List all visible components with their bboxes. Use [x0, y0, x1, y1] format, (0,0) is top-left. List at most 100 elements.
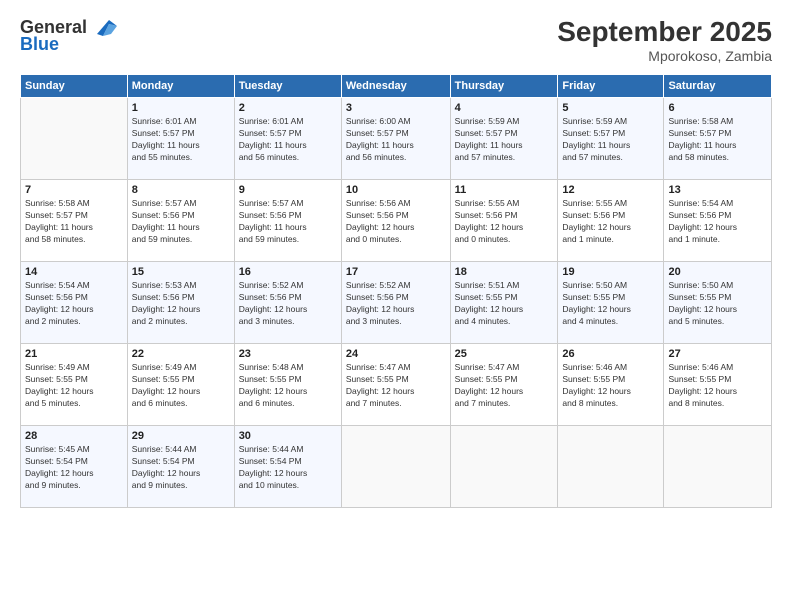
day-info: Sunrise: 5:46 AM Sunset: 5:55 PM Dayligh… [562, 362, 659, 410]
day-number: 30 [239, 430, 337, 442]
day-number: 2 [239, 102, 337, 114]
day-number: 25 [455, 348, 554, 360]
day-number: 3 [346, 102, 446, 114]
day-info: Sunrise: 5:55 AM Sunset: 5:56 PM Dayligh… [562, 198, 659, 246]
day-info: Sunrise: 5:49 AM Sunset: 5:55 PM Dayligh… [132, 362, 230, 410]
logo-blue: Blue [20, 34, 59, 55]
calendar-cell: 7 Sunrise: 5:58 AM Sunset: 5:57 PM Daylig… [21, 180, 128, 262]
day-number: 14 [25, 266, 123, 278]
calendar-cell: 15 Sunrise: 5:53 AM Sunset: 5:56 PM Dayli… [127, 262, 234, 344]
weekday-header-saturday: Saturday [664, 75, 772, 98]
calendar-cell: 20Sunrise: 5:50 AM Sunset: 5:55 PM Dayli… [664, 262, 772, 344]
calendar-week-row: 21 Sunrise: 5:49 AM Sunset: 5:55 PM Dayli… [21, 344, 772, 426]
day-info: Sunrise: 6:01 AM Sunset: 5:57 PM Dayligh… [132, 116, 230, 164]
day-info: Sunrise: 5:57 AM Sunset: 5:56 PM Dayligh… [239, 198, 337, 246]
calendar-cell: 3 Sunrise: 6:00 AM Sunset: 5:57 PM Daylig… [341, 98, 450, 180]
calendar-cell: 26 Sunrise: 5:46 AM Sunset: 5:55 PM Dayli… [558, 344, 664, 426]
day-number: 8 [132, 184, 230, 196]
day-number: 17 [346, 266, 446, 278]
logo: General Blue [20, 16, 117, 55]
calendar-week-row: 14 Sunrise: 5:54 AM Sunset: 5:56 PM Dayli… [21, 262, 772, 344]
day-number: 27 [668, 348, 767, 360]
calendar-cell: 5 Sunrise: 5:59 AM Sunset: 5:57 PM Daylig… [558, 98, 664, 180]
day-info: Sunrise: 5:59 AM Sunset: 5:57 PM Dayligh… [455, 116, 554, 164]
day-number: 1 [132, 102, 230, 114]
calendar-cell: 29Sunrise: 5:44 AM Sunset: 5:54 PM Dayli… [127, 426, 234, 508]
day-info: Sunrise: 5:49 AM Sunset: 5:55 PM Dayligh… [25, 362, 123, 410]
day-info: Sunrise: 5:55 AM Sunset: 5:56 PM Dayligh… [455, 198, 554, 246]
calendar-cell [558, 426, 664, 508]
calendar-cell: 9 Sunrise: 5:57 AM Sunset: 5:56 PM Daylig… [234, 180, 341, 262]
day-info: Sunrise: 5:58 AM Sunset: 5:57 PM Dayligh… [668, 116, 767, 164]
day-info: Sunrise: 5:46 AM Sunset: 5:55 PM Dayligh… [668, 362, 767, 410]
day-number: 29 [132, 430, 230, 442]
day-number: 6 [668, 102, 767, 114]
month-title: September 2025 [557, 16, 772, 48]
calendar-cell: 12 Sunrise: 5:55 AM Sunset: 5:56 PM Dayli… [558, 180, 664, 262]
day-info: Sunrise: 5:47 AM Sunset: 5:55 PM Dayligh… [455, 362, 554, 410]
day-info: Sunrise: 5:54 AM Sunset: 5:56 PM Dayligh… [668, 198, 767, 246]
calendar-cell [21, 98, 128, 180]
weekday-header-wednesday: Wednesday [341, 75, 450, 98]
day-number: 18 [455, 266, 554, 278]
page: General Blue September 2025 Mporokoso, Z… [0, 0, 792, 612]
logo-bird-icon [89, 16, 117, 38]
calendar-cell: 16Sunrise: 5:52 AM Sunset: 5:56 PM Dayli… [234, 262, 341, 344]
title-section: September 2025 Mporokoso, Zambia [557, 16, 772, 64]
day-number: 12 [562, 184, 659, 196]
day-number: 23 [239, 348, 337, 360]
calendar-cell: 4 Sunrise: 5:59 AM Sunset: 5:57 PM Daylig… [450, 98, 558, 180]
calendar-cell: 28 Sunrise: 5:45 AM Sunset: 5:54 PM Dayli… [21, 426, 128, 508]
calendar-cell: 30 Sunrise: 5:44 AM Sunset: 5:54 PM Dayli… [234, 426, 341, 508]
calendar-cell [450, 426, 558, 508]
calendar-cell: 14 Sunrise: 5:54 AM Sunset: 5:56 PM Dayli… [21, 262, 128, 344]
day-number: 11 [455, 184, 554, 196]
day-number: 21 [25, 348, 123, 360]
day-number: 5 [562, 102, 659, 114]
calendar-cell: 17 Sunrise: 5:52 AM Sunset: 5:56 PM Dayli… [341, 262, 450, 344]
day-number: 10 [346, 184, 446, 196]
day-number: 24 [346, 348, 446, 360]
day-number: 19 [562, 266, 659, 278]
day-number: 15 [132, 266, 230, 278]
calendar-cell: 10 Sunrise: 5:56 AM Sunset: 5:56 PM Dayli… [341, 180, 450, 262]
day-info: Sunrise: 6:01 AM Sunset: 5:57 PM Dayligh… [239, 116, 337, 164]
day-number: 7 [25, 184, 123, 196]
calendar-cell: 6 Sunrise: 5:58 AM Sunset: 5:57 PM Daylig… [664, 98, 772, 180]
location-subtitle: Mporokoso, Zambia [557, 48, 772, 64]
day-info: Sunrise: 5:53 AM Sunset: 5:56 PM Dayligh… [132, 280, 230, 328]
weekday-header-sunday: Sunday [21, 75, 128, 98]
day-info: Sunrise: 5:52 AM Sunset: 5:56 PM Dayligh… [346, 280, 446, 328]
weekday-header-tuesday: Tuesday [234, 75, 341, 98]
calendar-cell: 27 Sunrise: 5:46 AM Sunset: 5:55 PM Dayli… [664, 344, 772, 426]
day-number: 13 [668, 184, 767, 196]
day-info: Sunrise: 5:58 AM Sunset: 5:57 PM Dayligh… [25, 198, 123, 246]
day-number: 9 [239, 184, 337, 196]
day-info: Sunrise: 5:44 AM Sunset: 5:54 PM Dayligh… [239, 444, 337, 492]
day-info: Sunrise: 5:59 AM Sunset: 5:57 PM Dayligh… [562, 116, 659, 164]
calendar-cell: 24Sunrise: 5:47 AM Sunset: 5:55 PM Dayli… [341, 344, 450, 426]
weekday-header-friday: Friday [558, 75, 664, 98]
day-info: Sunrise: 5:54 AM Sunset: 5:56 PM Dayligh… [25, 280, 123, 328]
calendar-cell: 23 Sunrise: 5:48 AM Sunset: 5:55 PM Dayli… [234, 344, 341, 426]
calendar-cell: 2 Sunrise: 6:01 AM Sunset: 5:57 PM Daylig… [234, 98, 341, 180]
calendar-cell [664, 426, 772, 508]
day-info: Sunrise: 5:48 AM Sunset: 5:55 PM Dayligh… [239, 362, 337, 410]
day-number: 20 [668, 266, 767, 278]
day-info: Sunrise: 6:00 AM Sunset: 5:57 PM Dayligh… [346, 116, 446, 164]
day-info: Sunrise: 5:56 AM Sunset: 5:56 PM Dayligh… [346, 198, 446, 246]
calendar-cell: 8 Sunrise: 5:57 AM Sunset: 5:56 PM Daylig… [127, 180, 234, 262]
day-info: Sunrise: 5:57 AM Sunset: 5:56 PM Dayligh… [132, 198, 230, 246]
day-number: 26 [562, 348, 659, 360]
weekday-header-row: SundayMondayTuesdayWednesdayThursdayFrid… [21, 75, 772, 98]
day-info: Sunrise: 5:50 AM Sunset: 5:55 PM Dayligh… [562, 280, 659, 328]
day-number: 28 [25, 430, 123, 442]
day-info: Sunrise: 5:52 AM Sunset: 5:56 PM Dayligh… [239, 280, 337, 328]
day-info: Sunrise: 5:51 AM Sunset: 5:55 PM Dayligh… [455, 280, 554, 328]
calendar-cell: 1 Sunrise: 6:01 AM Sunset: 5:57 PM Daylig… [127, 98, 234, 180]
calendar-table: SundayMondayTuesdayWednesdayThursdayFrid… [20, 74, 772, 508]
day-info: Sunrise: 5:45 AM Sunset: 5:54 PM Dayligh… [25, 444, 123, 492]
weekday-header-monday: Monday [127, 75, 234, 98]
day-number: 4 [455, 102, 554, 114]
calendar-cell [341, 426, 450, 508]
